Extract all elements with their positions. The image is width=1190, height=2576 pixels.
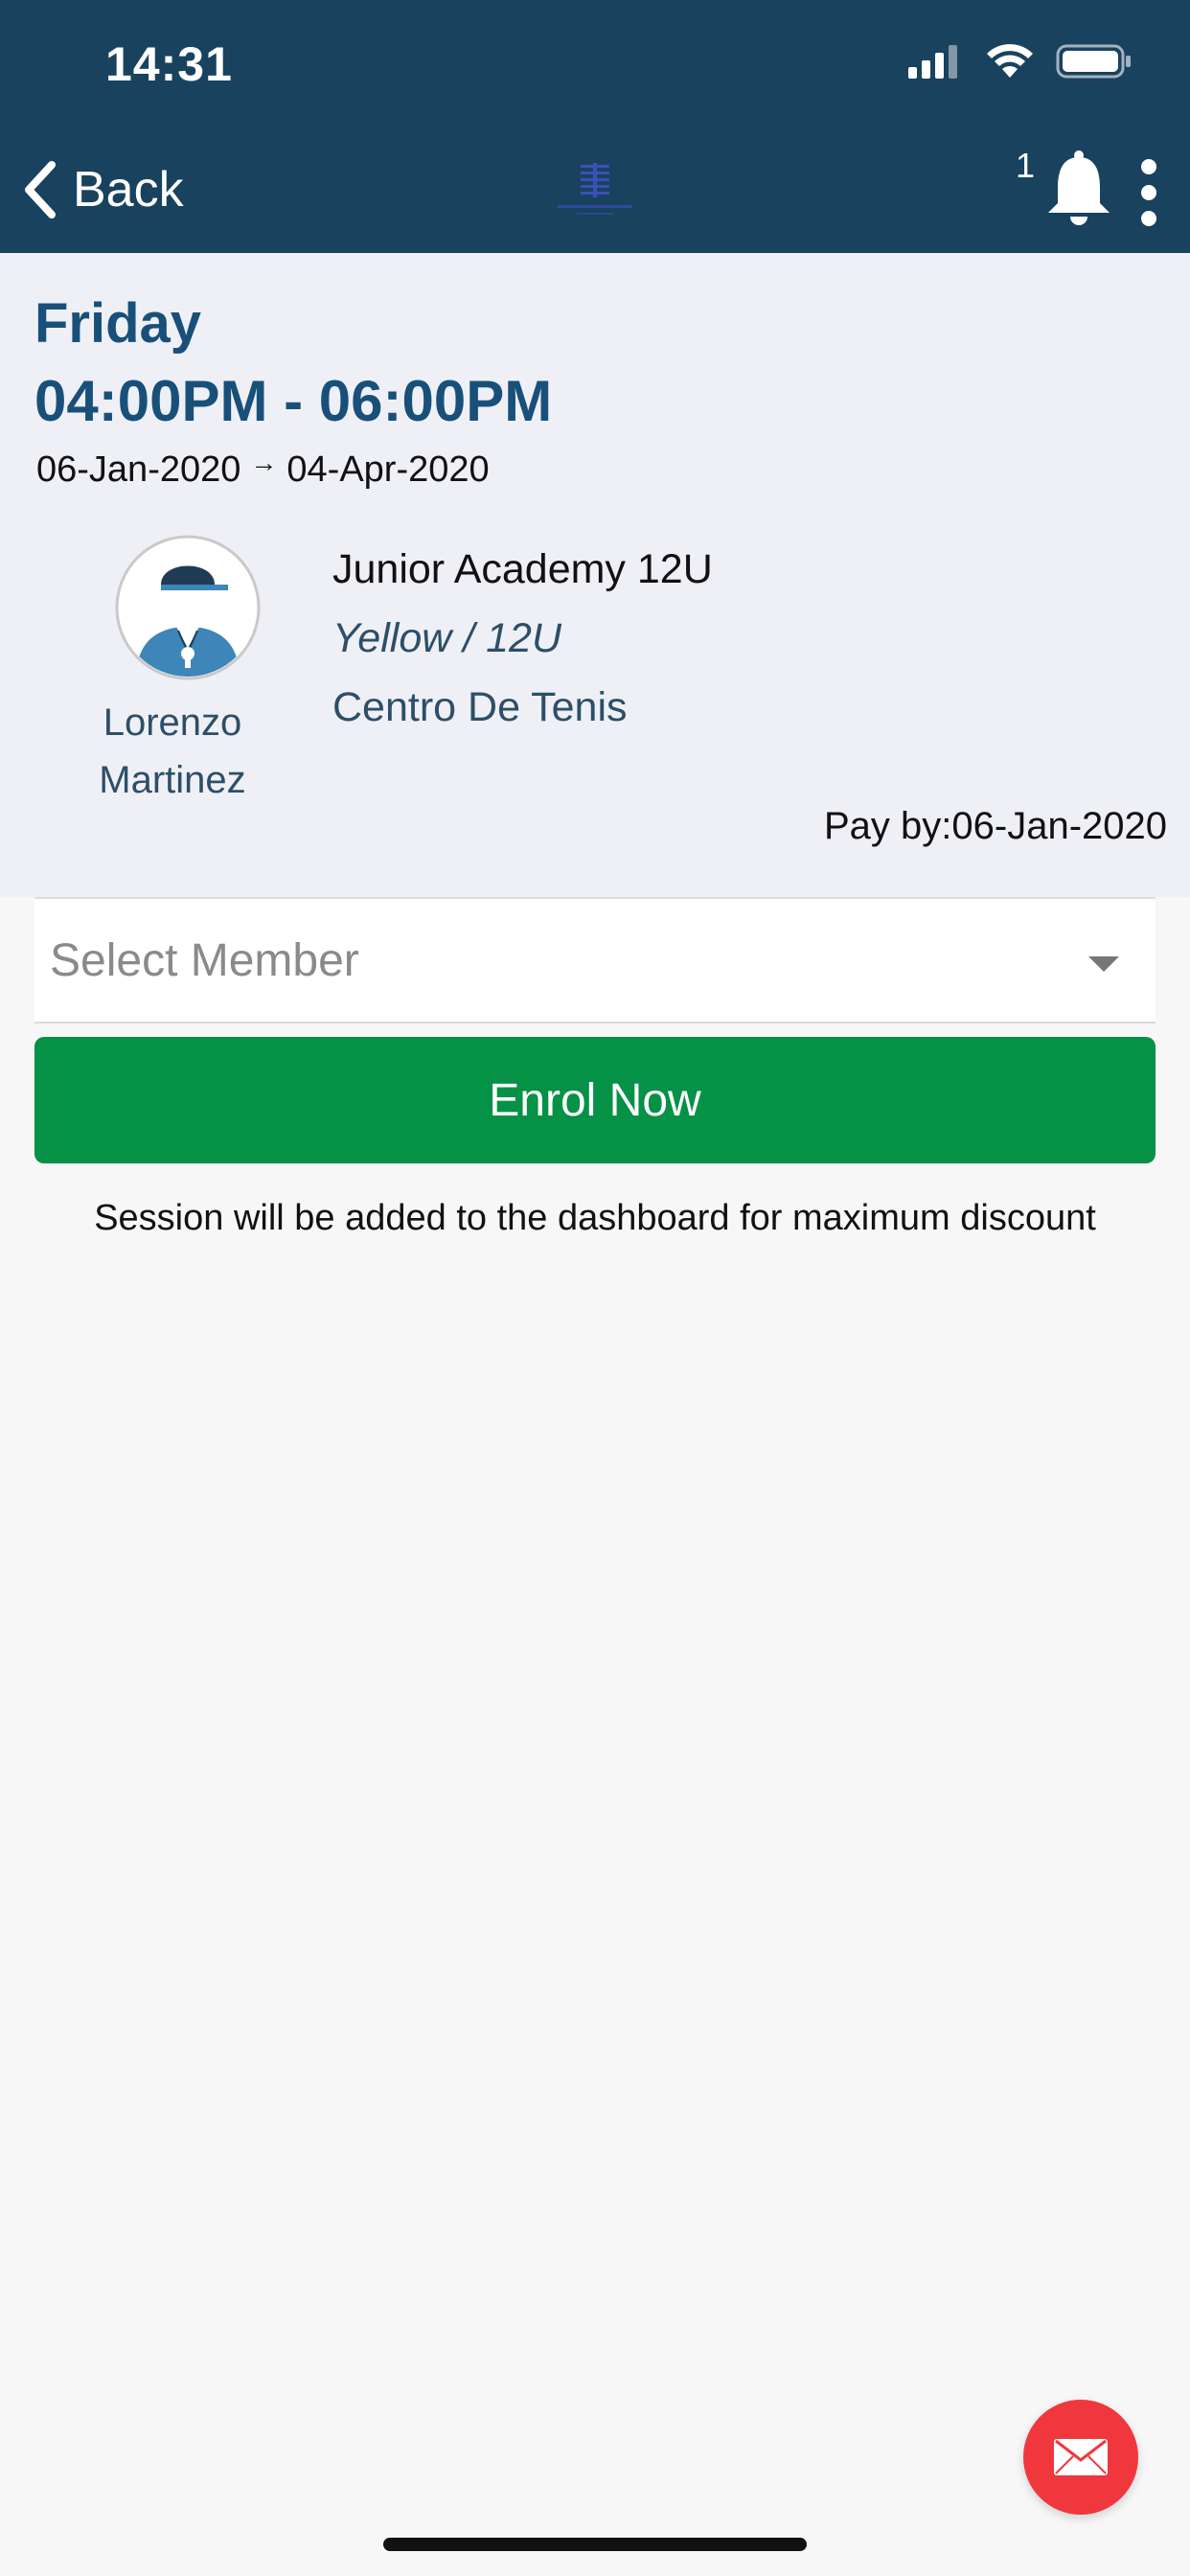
coach-first-name: Lorenzo — [103, 702, 242, 744]
wifi-icon — [987, 44, 1033, 78]
notification-count: 1 — [1016, 146, 1036, 185]
battery-icon — [1056, 44, 1131, 79]
status-time: 14:31 — [105, 37, 233, 91]
mail-button[interactable] — [1023, 2400, 1138, 2515]
start-date: 06-Jan-2020 — [36, 449, 241, 490]
more-options-button[interactable] — [1136, 159, 1161, 226]
venue: Centro De Tenis — [332, 684, 628, 730]
enrol-hint: Session will be added to the dashboard f… — [94, 1198, 1096, 1238]
back-label: Back — [73, 162, 184, 218]
status-bar: 14:31 — [0, 0, 1190, 125]
signal-icon — [908, 45, 957, 79]
home-indicator[interactable] — [383, 2538, 807, 2551]
nav-bar: Back 1 — [0, 125, 1190, 253]
class-level: Yellow / 12U — [332, 615, 562, 661]
mail-icon — [1054, 2439, 1108, 2475]
session-card: Friday 04:00PM - 06:00PM 06-Jan-2020 → 0… — [0, 253, 1190, 897]
session-day: Friday — [34, 292, 202, 355]
class-name: Junior Academy 12U — [332, 546, 713, 592]
coach-last-name: Martinez — [99, 759, 246, 801]
session-dates: 06-Jan-2020 → 04-Apr-2020 — [36, 447, 490, 491]
chevron-down-icon — [1088, 956, 1119, 972]
bell-icon[interactable] — [1044, 150, 1113, 228]
club-logo — [558, 163, 632, 215]
pay-by-date: Pay by:06-Jan-2020 — [823, 805, 1167, 847]
enrol-now-button[interactable]: Enrol Now — [34, 1037, 1156, 1163]
session-time: 04:00PM - 06:00PM — [34, 369, 553, 433]
more-vertical-icon — [1141, 159, 1156, 174]
select-member-placeholder: Select Member — [50, 934, 359, 986]
more-vertical-icon — [1141, 211, 1156, 226]
more-vertical-icon — [1141, 185, 1156, 200]
coach-avatar — [115, 535, 261, 680]
select-member-dropdown[interactable]: Select Member — [34, 897, 1156, 1024]
date-arrow: → — [250, 447, 278, 477]
status-icons — [906, 43, 1133, 80]
back-button[interactable]: Back — [21, 151, 184, 228]
chevron-left-icon — [25, 161, 56, 218]
end-date: 04-Apr-2020 — [286, 449, 490, 490]
coach-name: Lorenzo Martinez — [57, 694, 287, 809]
